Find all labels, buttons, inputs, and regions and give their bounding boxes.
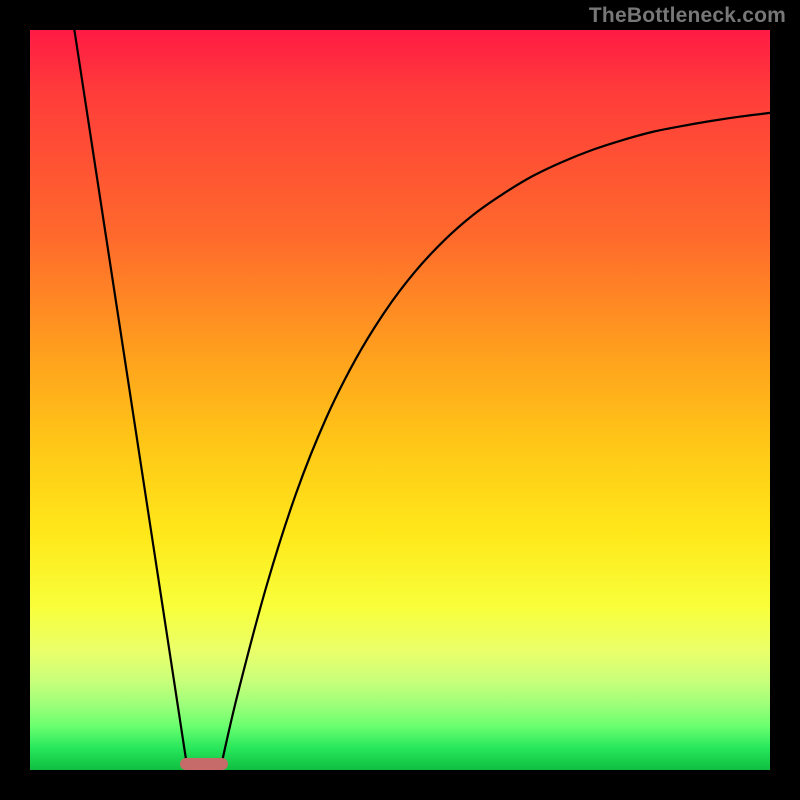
plot-area [30,30,770,770]
curve-left-segment [74,30,187,770]
curve-right-segment [220,113,770,770]
watermark-label: TheBottleneck.com [589,4,786,28]
optimal-range-marker [180,758,227,770]
chart-frame: TheBottleneck.com [0,0,800,800]
bottleneck-curve [30,30,770,770]
